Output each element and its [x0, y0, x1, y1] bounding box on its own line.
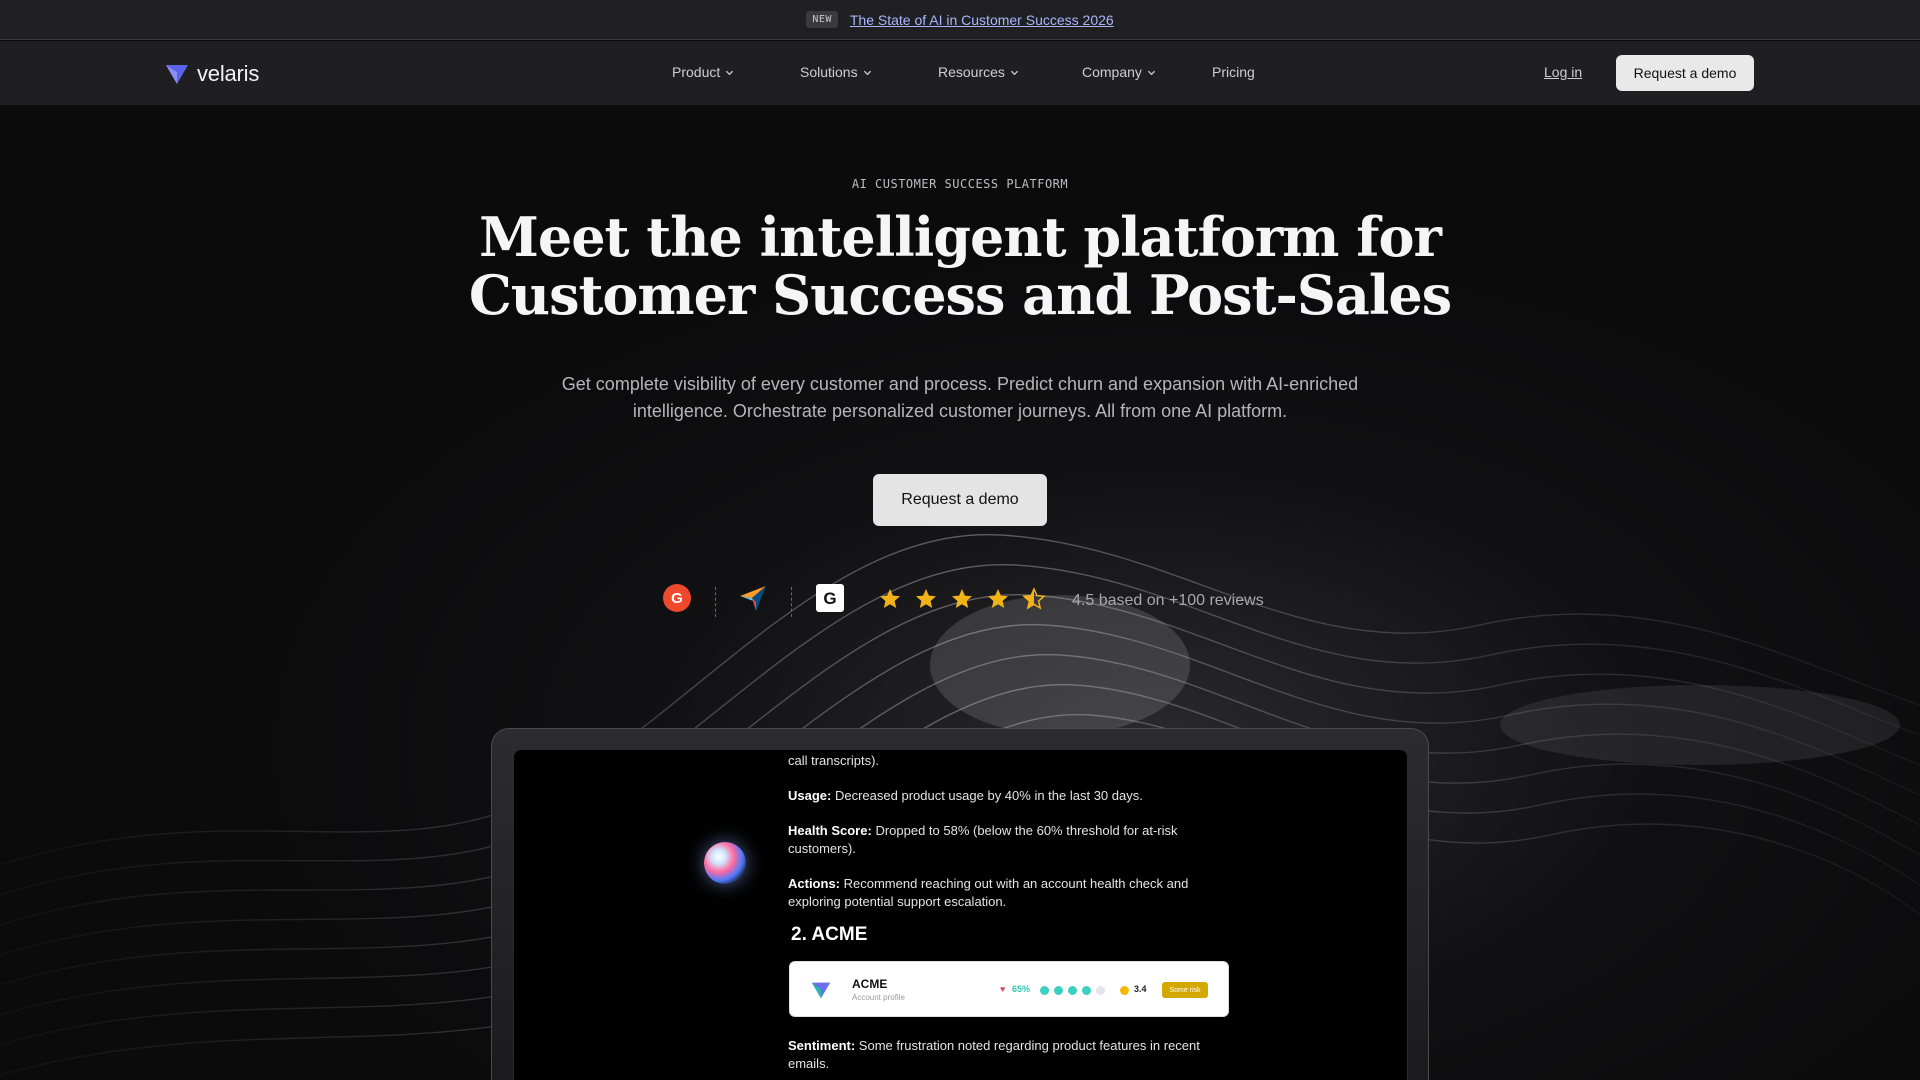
chat-usage: Usage: Decreased product usage by 40% in…	[788, 787, 1228, 805]
hero-subtitle: Get complete visibility of every custome…	[561, 374, 1359, 421]
hero-eyebrow: AI CUSTOMER SUCCESS PLATFORM	[851, 177, 1069, 191]
rating-summary: 4.5 based on +100 reviews	[1072, 592, 1264, 609]
star-rating	[878, 587, 1046, 611]
svg-text:G: G	[671, 590, 683, 607]
nav-item-pricing[interactable]: Pricing	[1212, 64, 1255, 80]
hero-headline: Meet the intelligent platform for Custom…	[0, 208, 1920, 324]
nav-item-solutions[interactable]: Solutions	[800, 64, 872, 80]
nav-item-label: Company	[1082, 64, 1142, 80]
account-score: 3.4	[1134, 984, 1147, 994]
chat-actions: Actions: Recommend reaching out with an …	[788, 875, 1228, 910]
chat-sentiment: Sentiment: Some frustration noted regard…	[788, 1037, 1228, 1072]
star-icon	[880, 589, 900, 608]
svg-text:G: G	[823, 589, 836, 608]
health-dot	[1040, 986, 1049, 995]
account-subtitle: Account profile	[852, 993, 905, 1002]
announcement-link[interactable]: The State of AI in Customer Success 2026	[850, 12, 1114, 28]
nav-item-label: Product	[672, 64, 721, 80]
star-icon	[952, 589, 972, 608]
actions-text: Recommend reaching out with an account h…	[788, 876, 1189, 909]
health-label: Health Score:	[788, 823, 872, 838]
heart-icon: ♥	[1000, 984, 1006, 994]
account-card[interactable]: ACME Account profile ♥ 65% 3.4 Some risk	[789, 961, 1229, 1017]
section-title: 2. ACME	[791, 924, 868, 945]
sentiment-label: Sentiment:	[788, 1038, 856, 1053]
actions-label: Actions:	[788, 876, 840, 891]
account-logo-icon	[811, 982, 831, 999]
headline-line-2: Customer Success and Post-Sales	[468, 263, 1452, 327]
health-dot	[1068, 986, 1077, 995]
health-percent: 65%	[1012, 984, 1031, 994]
capterra-icon[interactable]	[738, 583, 768, 613]
reviews-row: G G 4.5 based on +100 reviews	[0, 583, 1920, 619]
usage-text: Decreased product usage by 40% in the la…	[834, 788, 1143, 803]
nav-item-resources[interactable]: Resources	[938, 64, 1019, 80]
star-icon	[916, 589, 936, 608]
health-dot	[1054, 986, 1063, 995]
risk-badge: Some risk	[1162, 982, 1208, 998]
nav-item-label: Pricing	[1212, 64, 1255, 80]
chevron-down-icon	[1010, 70, 1019, 75]
review-divider	[791, 587, 792, 617]
account-name: ACME	[852, 977, 888, 991]
usage-label: Usage:	[788, 788, 832, 803]
ai-assistant-orb-icon	[704, 842, 746, 884]
chevron-down-icon	[863, 70, 871, 75]
nav-item-company[interactable]: Company	[1082, 64, 1156, 80]
health-dot	[1096, 986, 1105, 995]
new-badge: NEW	[806, 11, 838, 28]
top-navigation: velaris Product Solutions Resources Comp…	[0, 41, 1920, 105]
review-divider	[715, 587, 716, 617]
chat-health-score: Health Score: Dropped to 58% (below the …	[788, 822, 1228, 857]
score-dot	[1120, 986, 1129, 995]
star-icon	[988, 589, 1008, 608]
announcement-bar: NEW The State of AI in Customer Success …	[0, 0, 1920, 40]
headline-line-1: Meet the intelligent platform for	[479, 205, 1442, 269]
gartner-icon[interactable]: G	[815, 583, 845, 613]
request-demo-hero-button[interactable]: Request a demo	[873, 474, 1047, 526]
chevron-down-icon	[1147, 70, 1156, 75]
half-star-icon	[1022, 587, 1046, 610]
health-dot	[1082, 986, 1091, 995]
nav-item-label: Solutions	[800, 64, 858, 80]
request-demo-nav-button[interactable]: Request a demo	[1616, 55, 1754, 91]
login-link[interactable]: Log in	[1544, 64, 1582, 80]
chevron-down-icon	[726, 70, 734, 75]
chat-line-fragment: call transcripts).	[788, 753, 880, 768]
g2-icon[interactable]: G	[662, 583, 692, 613]
nav-item-label: Resources	[938, 64, 1005, 80]
nav-item-product[interactable]: Product	[672, 64, 734, 80]
